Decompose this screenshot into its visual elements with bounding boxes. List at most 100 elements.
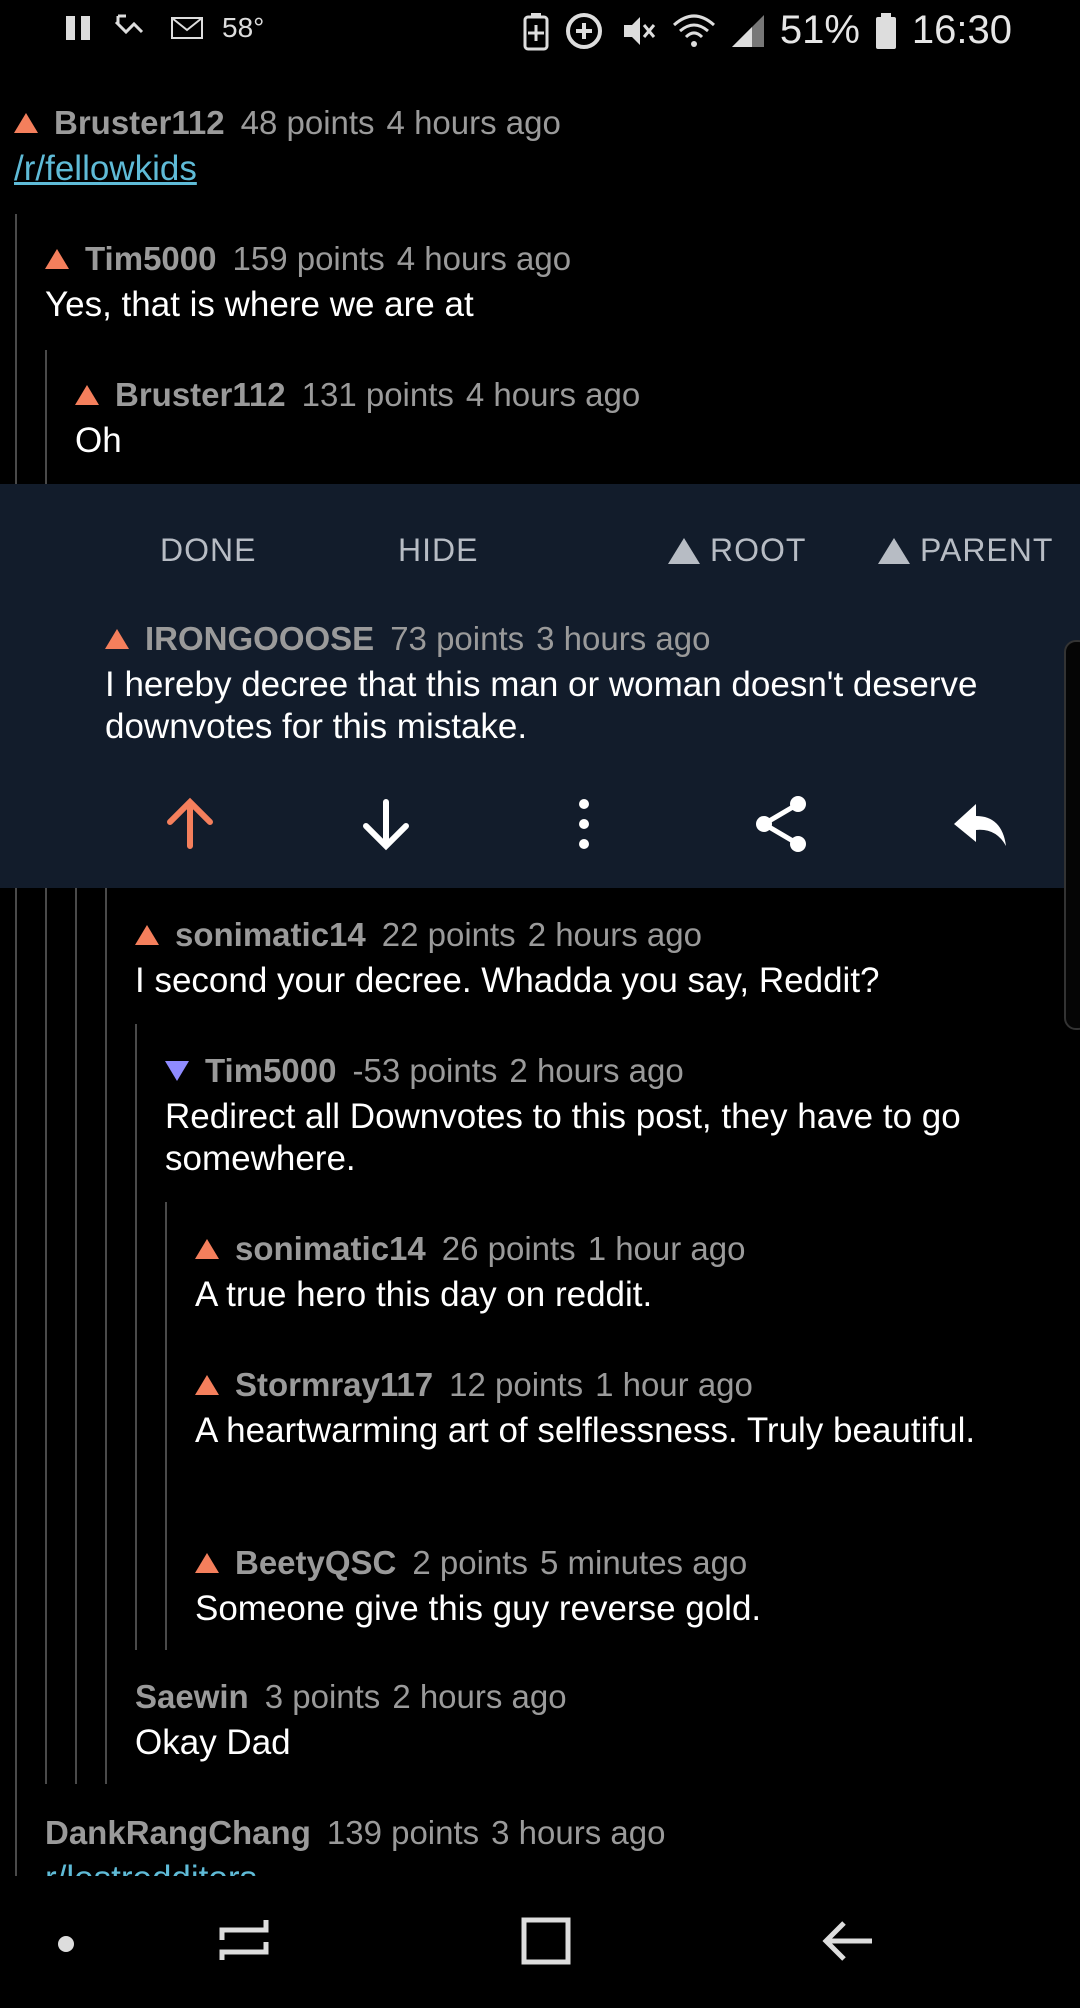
comment-author[interactable]: Stormray117 <box>235 1366 433 1404</box>
comment-time: 2 hours ago <box>527 916 702 953</box>
more-options-button[interactable] <box>554 794 614 854</box>
parent-label: PARENT <box>920 532 1054 568</box>
triangle-up-icon <box>878 537 910 564</box>
comment-meta: BeetyQSC 2 points 5 minutes ago <box>195 1544 1055 1582</box>
comment-author[interactable]: Saewin <box>135 1678 249 1716</box>
comment-author[interactable]: Tim5000 <box>85 240 216 278</box>
reply-button[interactable] <box>950 794 1010 854</box>
downvote-indicator-icon <box>165 1061 189 1081</box>
comment-time: 3 hours ago <box>491 1814 666 1851</box>
upvote-indicator-icon <box>195 1553 219 1573</box>
comment[interactable]: sonimatic14 26 points 1 hour ago A true … <box>195 1230 1055 1316</box>
back-icon[interactable] <box>820 1916 876 1966</box>
root-label: ROOT <box>710 532 807 568</box>
comment-time: 4 hours ago <box>465 376 641 413</box>
comment-points: 12 points <box>449 1366 584 1403</box>
comment-time: 5 minutes ago <box>539 1544 748 1581</box>
subreddit-link[interactable]: r/lostredditors <box>45 1859 257 1876</box>
comment[interactable]: sonimatic14 22 points 2 hours ago I seco… <box>135 916 1065 1002</box>
comment-time: 4 hours ago <box>396 240 572 277</box>
comment[interactable]: DankRangChang 139 points 3 hours ago r/l… <box>45 1814 1045 1876</box>
comment-points: 3 points <box>264 1678 381 1715</box>
comment-time: 1 hour ago <box>595 1366 753 1403</box>
thread-line-1 <box>15 214 17 1878</box>
comment-author[interactable]: Bruster112 <box>54 104 225 142</box>
parent-button[interactable]: PARENT <box>878 532 1053 569</box>
comment-points: 48 points <box>240 104 375 141</box>
comment-meta: Stormray117 12 points 1 hour ago <box>195 1366 1055 1404</box>
share-button[interactable] <box>752 794 812 854</box>
downvote-button[interactable] <box>356 794 416 854</box>
comment-body: Someone give this guy reverse gold. <box>195 1589 762 1628</box>
upvote-indicator-icon <box>135 925 159 945</box>
upvote-indicator-icon <box>75 385 99 405</box>
comment-body: Redirect all Downvotes to this post, the… <box>165 1097 961 1178</box>
comment[interactable]: Tim5000 -53 points 2 hours ago Redirect … <box>165 1052 1065 1180</box>
upvote-indicator-icon <box>14 113 38 133</box>
comment-author[interactable]: BeetyQSC <box>235 1544 396 1582</box>
comment-meta: IRONGOOOSE 73 points 3 hours ago <box>105 620 1045 658</box>
comment-points: 159 points <box>232 240 385 277</box>
wifi-icon <box>672 14 715 47</box>
comment-author[interactable]: sonimatic14 <box>235 1230 426 1268</box>
upvote-indicator-icon <box>105 629 129 649</box>
comment-body: Oh <box>75 421 122 460</box>
comment-author[interactable]: Tim5000 <box>205 1052 336 1090</box>
data-saver-icon <box>565 12 602 49</box>
clock: 16:30 <box>911 8 1012 52</box>
comment-meta: Tim5000 -53 points 2 hours ago <box>165 1052 1065 1090</box>
nav-dot-icon[interactable] <box>56 1934 76 1954</box>
done-button[interactable]: DONE <box>160 532 256 569</box>
comment-points: 2 points <box>412 1544 528 1581</box>
comment-meta: DankRangChang 139 points 3 hours ago <box>45 1814 1045 1852</box>
hide-button[interactable]: HIDE <box>398 532 478 569</box>
comment-meta: sonimatic14 26 points 1 hour ago <box>195 1230 1055 1268</box>
comment[interactable]: Stormray117 12 points 1 hour ago A heart… <box>195 1366 1055 1452</box>
comment-author[interactable]: Bruster112 <box>115 376 286 414</box>
comment[interactable]: BeetyQSC 2 points 5 minutes ago Someone … <box>195 1544 1055 1630</box>
comment-body: Okay Dad <box>135 1723 291 1762</box>
subreddit-link[interactable]: /r/fellowkids <box>14 149 197 188</box>
home-icon[interactable] <box>518 1914 574 1968</box>
comment-nav-toolbar: DONE HIDE ROOT PARENT <box>0 484 1080 614</box>
comment-time: 2 hours ago <box>392 1678 567 1715</box>
comment-points: 139 points <box>326 1814 480 1851</box>
comment-author[interactable]: IRONGOOOSE <box>145 620 374 658</box>
comment-meta: sonimatic14 22 points 2 hours ago <box>135 916 1065 954</box>
comment[interactable]: IRONGOOOSE 73 points 3 hours ago I hereb… <box>105 620 1045 748</box>
navigation-bar <box>0 1876 1080 2008</box>
upvote-button[interactable] <box>160 794 220 854</box>
signal-icon <box>731 14 764 47</box>
comment-meta: Saewin 3 points 2 hours ago <box>135 1678 1055 1716</box>
upvote-indicator-icon <box>195 1239 219 1259</box>
mute-icon <box>623 16 655 45</box>
root-button[interactable]: ROOT <box>668 532 806 569</box>
recent-apps-icon[interactable] <box>216 1916 272 1966</box>
comment[interactable]: Bruster112 48 points 4 hours ago /r/fell… <box>14 104 1080 190</box>
comment-points: -53 points <box>352 1052 498 1089</box>
comment-body: A heartwarming art of selflessness. Trul… <box>195 1411 976 1450</box>
comment-points: 22 points <box>381 916 516 953</box>
comment[interactable]: Tim5000 159 points 4 hours ago Yes, that… <box>45 240 1080 326</box>
mail-icon <box>171 17 203 39</box>
upvote-indicator-icon <box>195 1375 219 1395</box>
comment-body: I second your decree. Whadda you say, Re… <box>135 961 880 1000</box>
thread-line-4 <box>105 888 107 1784</box>
battery-saver-icon <box>523 12 549 50</box>
comment-body: A true hero this day on reddit. <box>195 1275 653 1314</box>
comment-author[interactable]: DankRangChang <box>45 1814 311 1852</box>
missed-call-icon <box>114 14 144 35</box>
comment-points: 26 points <box>441 1230 576 1267</box>
comment-time: 4 hours ago <box>386 104 561 141</box>
comment-time: 3 hours ago <box>536 620 711 657</box>
comment[interactable]: Saewin 3 points 2 hours ago Okay Dad <box>135 1678 1055 1764</box>
pause-icon <box>66 16 90 40</box>
upvote-indicator-icon <box>45 249 69 269</box>
comment[interactable]: Bruster112 131 points 4 hours ago Oh <box>75 376 1080 462</box>
comment-author[interactable]: sonimatic14 <box>175 916 366 954</box>
comment-meta: Bruster112 131 points 4 hours ago <box>75 376 1080 414</box>
comment-points: 131 points <box>301 376 454 413</box>
battery-icon <box>875 12 896 49</box>
thread-line-6 <box>165 1202 167 1650</box>
scrollbar-handle[interactable] <box>1064 640 1080 1030</box>
